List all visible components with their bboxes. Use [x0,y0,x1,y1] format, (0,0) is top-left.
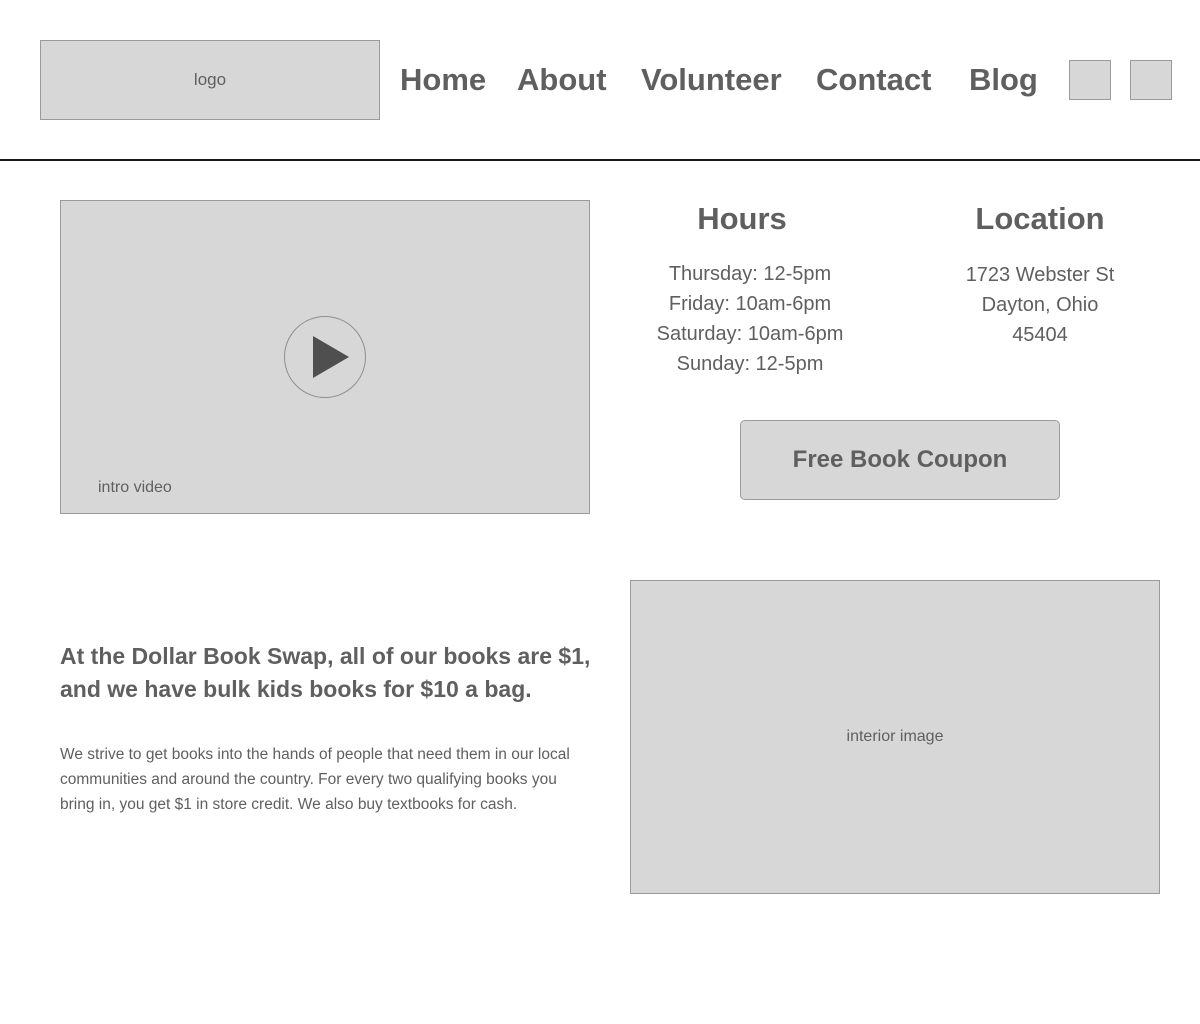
location-heading: Location [975,201,1105,236]
nav-volunteer[interactable]: Volunteer [641,58,782,102]
address-line: 1723 Webster St [965,264,1115,286]
header-icon-button-2[interactable] [1130,60,1172,100]
logo[interactable]: logo [40,40,380,120]
header-divider [0,159,1200,161]
hours-heading: Hours [697,201,787,236]
interior-image-caption: interior image [846,728,944,745]
about-body: We strive to get books into the hands of… [60,746,570,813]
free-book-coupon-button[interactable]: Free Book Coupon [740,420,1060,500]
hours-item: Sunday: 12-5pm [676,353,824,375]
nav-about[interactable]: About [517,58,607,102]
video-caption: intro video [98,479,172,496]
hours-item: Thursday: 12-5pm [668,263,832,285]
play-icon[interactable] [284,316,366,398]
hours-list: Thursday: 12-5pm Friday: 10am-6pm Saturd… [640,259,860,379]
interior-image: interior image [630,580,1160,894]
nav-home[interactable]: Home [400,58,486,102]
coupon-label: Free Book Coupon [792,446,1008,473]
nav-blog[interactable]: Blog [969,58,1038,102]
address-line: Dayton, Ohio [981,294,1099,316]
nav-contact[interactable]: Contact [816,58,931,102]
logo-label: logo [193,70,227,89]
intro-video[interactable]: intro video [60,200,590,514]
location-address: 1723 Webster St Dayton, Ohio 45404 [930,260,1150,350]
hours-item: Saturday: 10am-6pm [656,323,844,345]
about-heading: At the Dollar Book Swap, all of our book… [60,643,591,702]
play-triangle-icon [313,336,349,378]
hours-item: Friday: 10am-6pm [668,293,832,315]
address-line: 45404 [1012,324,1068,346]
header-icon-button-1[interactable] [1069,60,1111,100]
